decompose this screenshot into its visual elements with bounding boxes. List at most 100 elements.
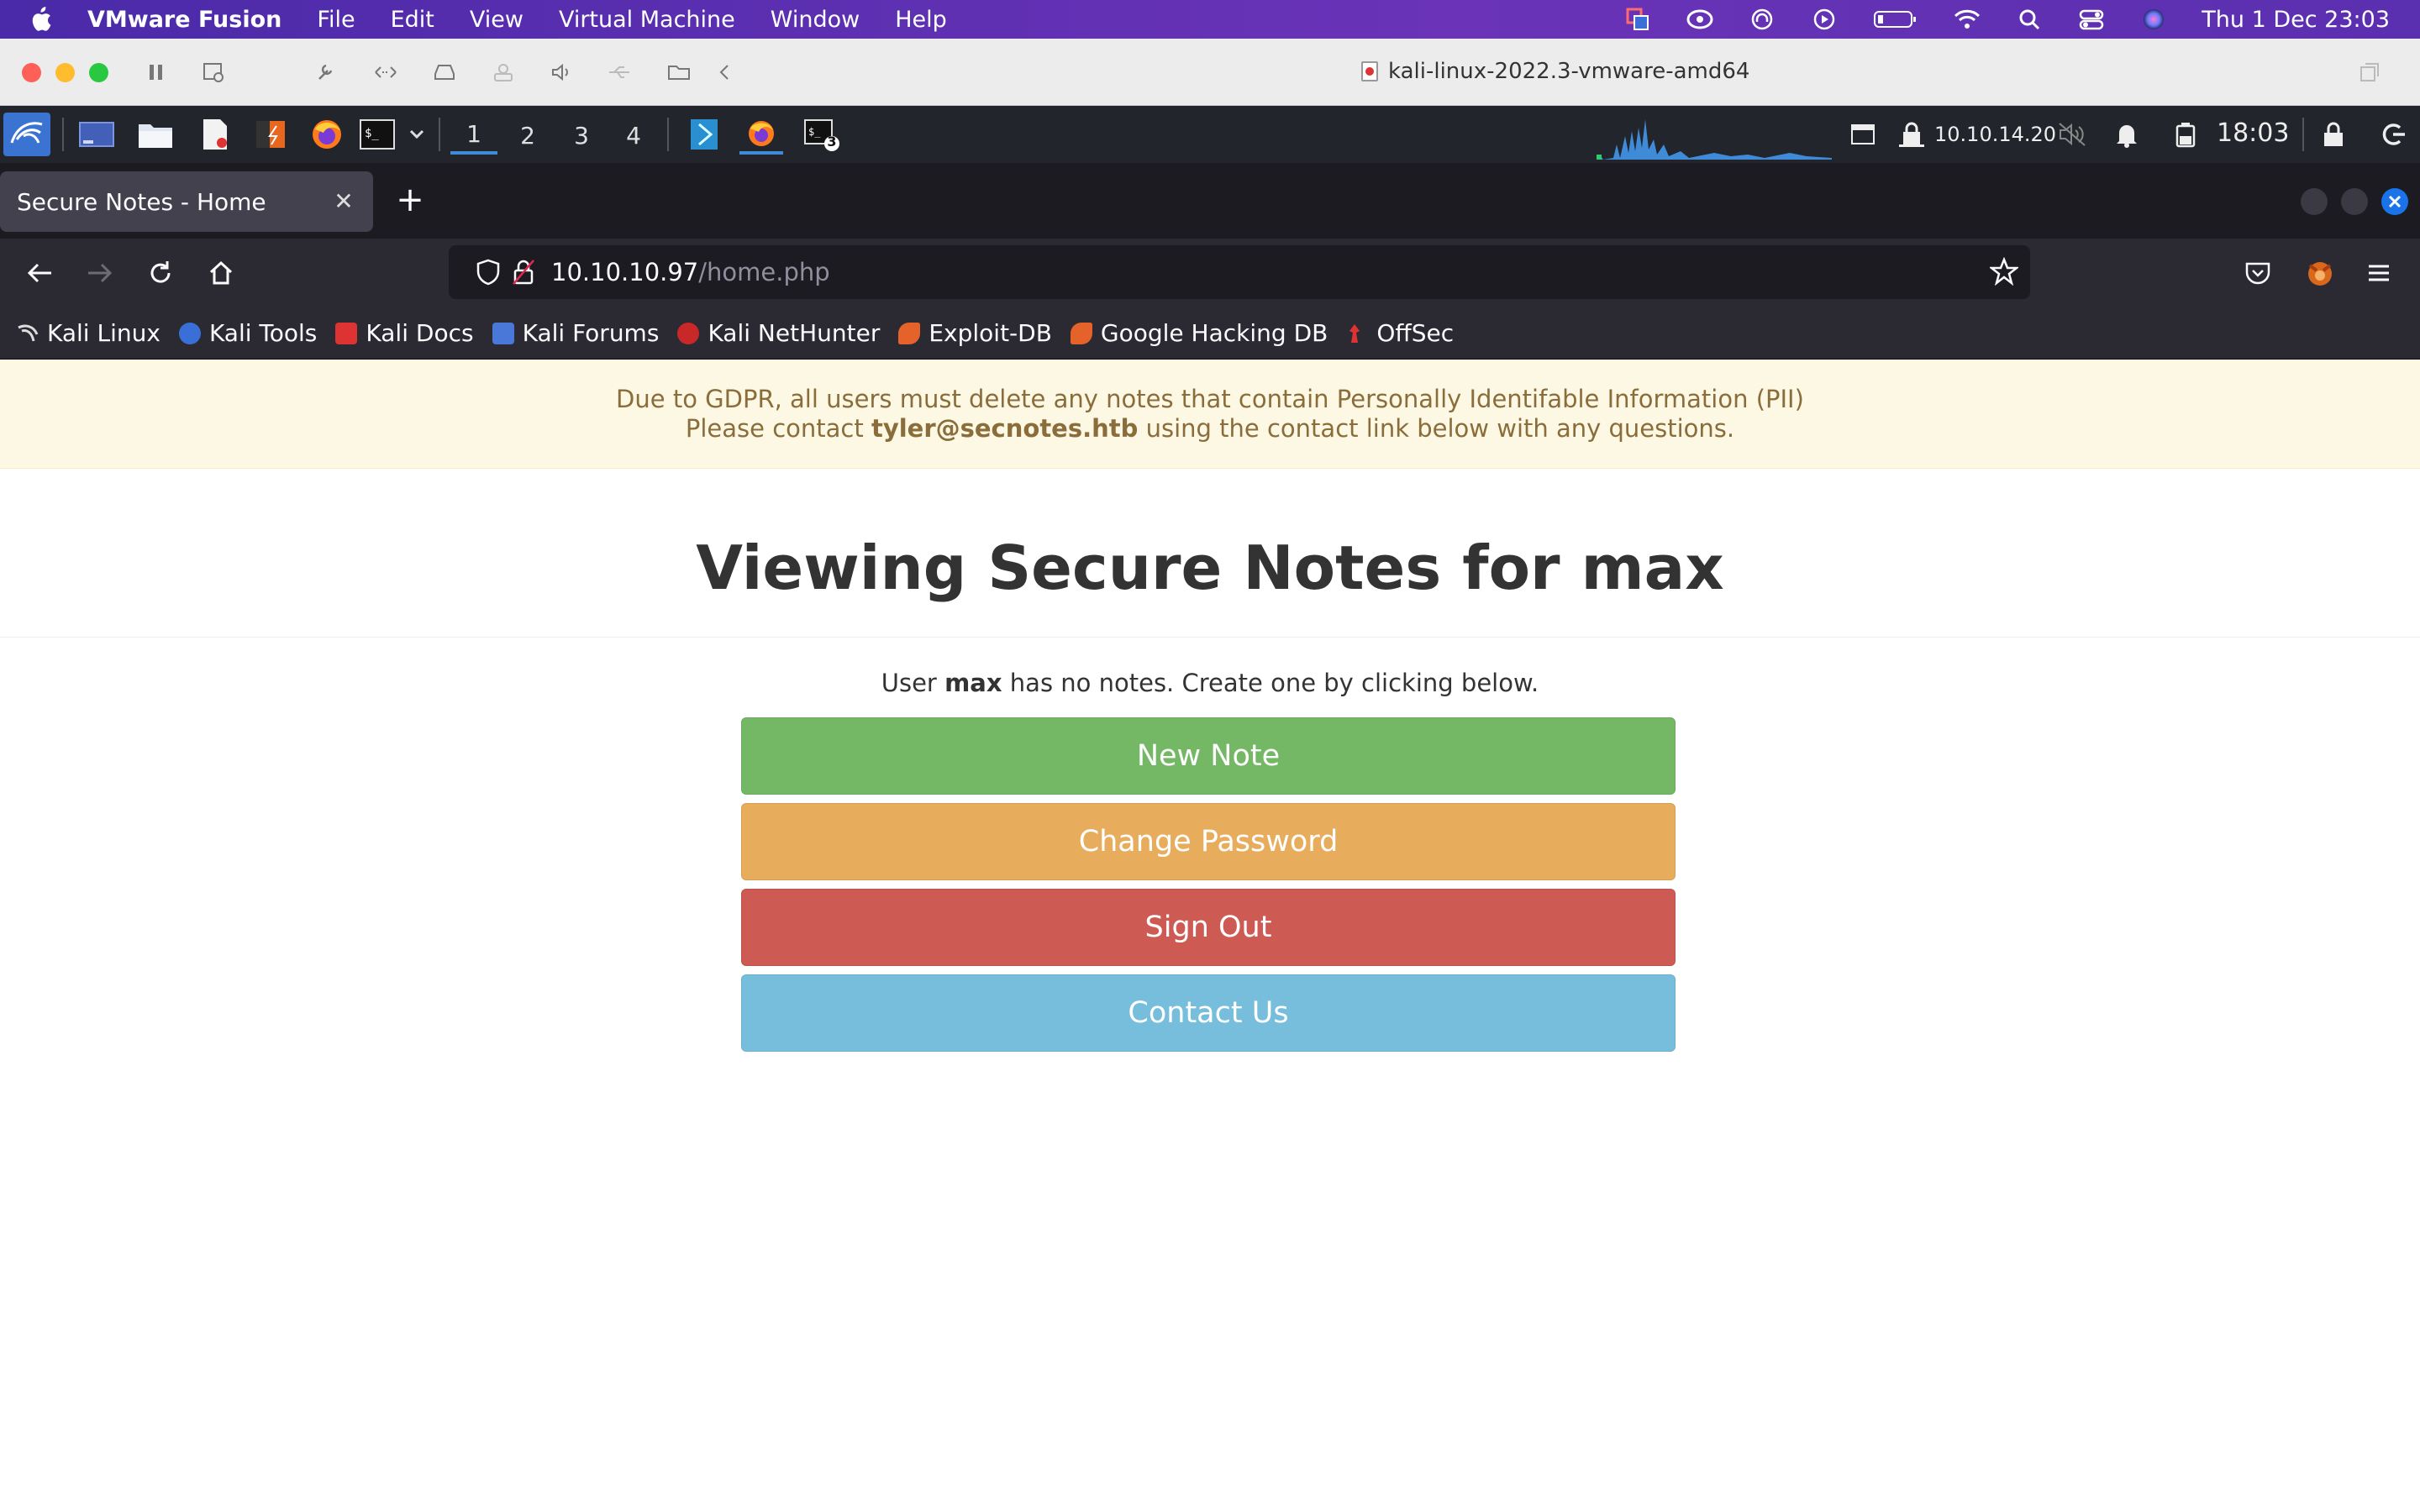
sound-icon[interactable] [549, 59, 576, 86]
kali-top-panel: $_ 1 2 3 4 $_ 3 10.10.14.20 18:03 [0, 106, 2420, 163]
taskbar-firefox-icon[interactable] [739, 116, 783, 155]
burp-suite-icon[interactable] [252, 117, 291, 152]
mute-icon[interactable] [2055, 117, 2089, 152]
menu-help[interactable]: Help [895, 7, 947, 33]
home-button[interactable] [203, 255, 239, 291]
bookmark-google-hacking-db[interactable]: Google Hacking DB [1070, 319, 1328, 347]
snapshot-icon[interactable] [200, 59, 227, 86]
terminal-launcher-icon[interactable]: $_ [358, 117, 397, 152]
bookmark-offsec[interactable]: OffSec [1346, 319, 1454, 347]
pocket-icon[interactable] [2240, 255, 2275, 291]
control-center-icon[interactable] [2077, 7, 2106, 32]
vmware-status-icon[interactable] [1623, 7, 1652, 32]
firefox-launcher-icon[interactable] [308, 117, 346, 152]
logout-icon[interactable] [2376, 117, 2410, 152]
extension-foxyproxy-icon[interactable] [2302, 255, 2338, 291]
no-notes-message: User max has no notes. Create one by cli… [881, 669, 1539, 697]
wifi-icon[interactable] [1953, 7, 1981, 32]
bookmark-exploit-db[interactable]: Exploit-DB [898, 319, 1052, 347]
vpn-ip-address[interactable]: 10.10.14.20 [1934, 123, 2056, 146]
hard-disk-icon[interactable] [431, 59, 458, 86]
creative-cloud-icon[interactable] [1686, 7, 1714, 32]
settings-wrench-icon[interactable] [313, 59, 339, 86]
terminal-dropdown-chevron-icon[interactable] [405, 117, 429, 152]
kali-docs-icon [335, 322, 358, 344]
menu-window[interactable]: Window [771, 7, 860, 33]
new-note-button[interactable]: New Note [741, 717, 1676, 795]
siri-icon[interactable] [2139, 7, 2168, 32]
window-zoom-button[interactable] [89, 63, 108, 82]
usb-icon[interactable] [607, 59, 634, 86]
menubar-clock[interactable]: Thu 1 Dec 23:03 [2202, 7, 2390, 33]
power-manager-icon[interactable] [2171, 117, 2200, 152]
bookmark-kali-tools[interactable]: Kali Tools [178, 319, 317, 347]
bookmark-kali-forums[interactable]: Kali Forums [492, 319, 659, 347]
sign-out-button[interactable]: Sign Out [741, 889, 1676, 966]
back-chevron-icon[interactable] [711, 59, 738, 86]
terminal-window-count-badge: 3 [827, 134, 837, 150]
change-password-button[interactable]: Change Password [741, 803, 1676, 880]
workspace-3[interactable]: 3 [558, 116, 605, 155]
window-maximize-icon[interactable] [2341, 188, 2368, 215]
reload-button[interactable] [143, 255, 178, 291]
printer-icon[interactable] [490, 59, 517, 86]
exploit-db-icon [898, 322, 921, 344]
window-minimize-icon[interactable] [2301, 188, 2328, 215]
workspace-1[interactable]: 1 [450, 116, 497, 155]
url-bar[interactable]: 10.10.10.97/home.php [449, 245, 2030, 299]
no-notes-username: max [944, 669, 1002, 697]
play-icon[interactable] [1810, 7, 1839, 32]
vm-document-icon [1361, 61, 1378, 81]
new-tab-button[interactable]: + [393, 181, 427, 219]
kali-menu-icon[interactable] [3, 113, 50, 156]
shared-folder-icon[interactable] [666, 59, 693, 86]
contact-email: tyler@secnotes.htb [871, 414, 1139, 443]
window-close-button[interactable] [22, 63, 41, 82]
menu-file[interactable]: File [317, 7, 355, 33]
menu-edit[interactable]: Edit [391, 7, 434, 33]
suspend-icon[interactable] [143, 59, 170, 86]
tracking-protection-shield-icon[interactable] [476, 259, 501, 291]
nethunter-icon [677, 322, 700, 344]
kali-dragon-icon [17, 323, 39, 344]
show-desktop-icon[interactable] [77, 117, 116, 152]
window-minimize-button[interactable] [55, 63, 75, 82]
workspace-4[interactable]: 4 [610, 116, 657, 155]
workspace-2[interactable]: 2 [504, 116, 551, 155]
panel-clock[interactable]: 18:03 [2217, 118, 2289, 148]
tab-close-icon[interactable]: ✕ [329, 186, 358, 215]
bookmark-star-icon[interactable] [1988, 256, 2020, 291]
apple-icon[interactable] [29, 6, 62, 33]
headphones-icon[interactable] [1748, 7, 1776, 32]
fullscreen-icon[interactable] [2356, 59, 2383, 86]
taskbar-app-icon[interactable] [686, 117, 723, 152]
menu-app-name[interactable]: VMware Fusion [87, 7, 281, 33]
window-manager-icon[interactable] [1849, 117, 1877, 152]
window-close-icon[interactable] [2381, 188, 2408, 215]
unity-icon[interactable] [372, 59, 399, 86]
menu-view[interactable]: View [470, 7, 523, 33]
contact-us-button[interactable]: Contact Us [741, 974, 1676, 1052]
lock-screen-icon[interactable] [2319, 117, 2348, 152]
url-path: /home.php [698, 258, 830, 286]
battery-icon[interactable] [1872, 7, 1919, 32]
notifications-bell-icon[interactable] [2112, 117, 2141, 152]
forward-button[interactable] [82, 255, 118, 291]
browser-tab-active[interactable]: Secure Notes - Home ✕ [0, 171, 373, 232]
page-insecure-lock-icon[interactable] [513, 259, 534, 291]
kali-tools-icon [178, 322, 201, 344]
menu-virtual-machine[interactable]: Virtual Machine [559, 7, 735, 33]
file-manager-icon[interactable] [136, 117, 175, 152]
bookmark-kali-docs[interactable]: Kali Docs [335, 319, 474, 347]
web-page: Due to GDPR, all users must delete any n… [0, 360, 2420, 1512]
app-menu-hamburger-icon[interactable] [2361, 255, 2396, 291]
gdpr-line-2: Please contact tyler@secnotes.htb using … [685, 414, 1735, 443]
bookmark-kali-linux[interactable]: Kali Linux [17, 319, 160, 347]
bookmark-kali-nethunter[interactable]: Kali NetHunter [677, 319, 880, 347]
tab-title: Secure Notes - Home [17, 187, 266, 216]
spotlight-search-icon[interactable] [2015, 7, 2044, 32]
vpn-lock-icon[interactable] [1897, 117, 1926, 152]
back-button[interactable] [22, 255, 57, 291]
taskbar-terminal-icon[interactable]: $_ 3 [802, 117, 844, 152]
text-editor-icon[interactable] [198, 117, 232, 152]
